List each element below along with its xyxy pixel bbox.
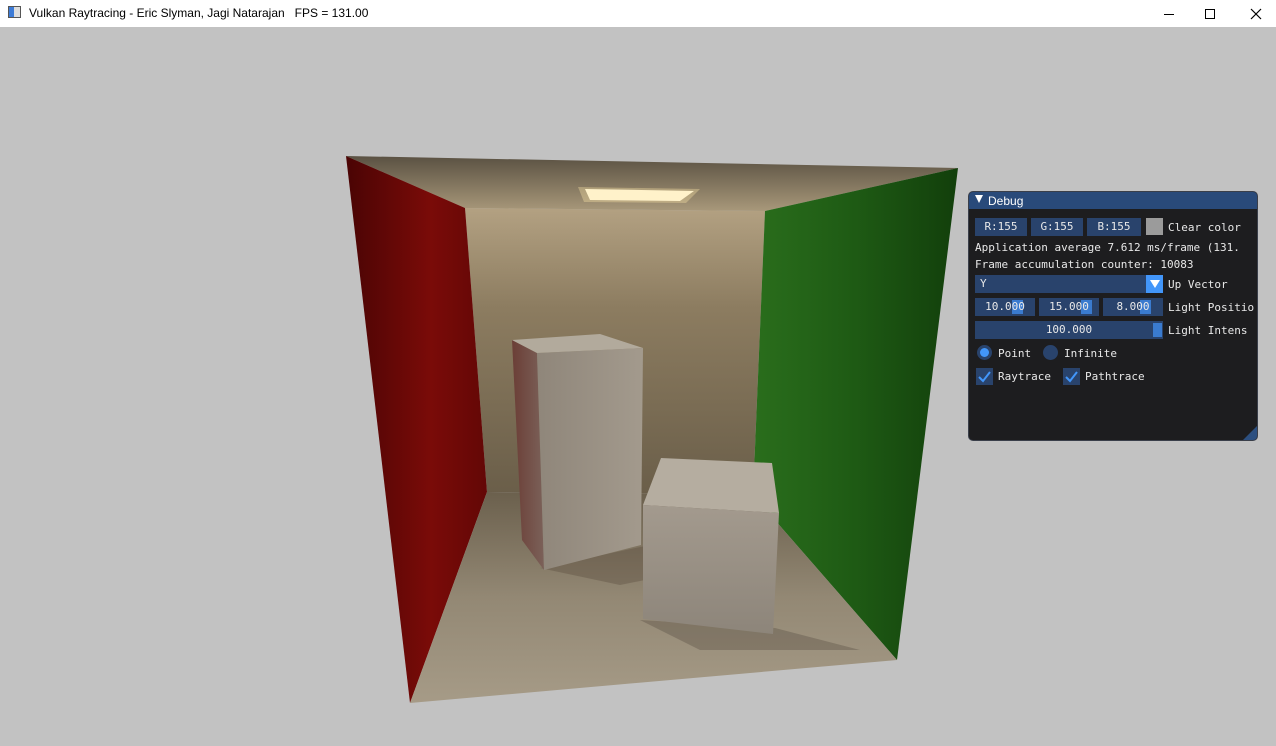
light-intensity-value: 100.000 bbox=[1045, 323, 1093, 336]
light-position-label: Light Positio bbox=[1168, 301, 1255, 314]
app-icon bbox=[8, 6, 21, 18]
raytrace-checkbox[interactable] bbox=[976, 368, 993, 385]
resize-grip-icon[interactable] bbox=[1243, 426, 1257, 440]
clear-color-b-field[interactable]: B:155 bbox=[1087, 218, 1141, 236]
maximize-icon bbox=[1205, 8, 1215, 19]
raytrace-label[interactable]: Raytrace bbox=[998, 370, 1051, 383]
infinite-radio-label[interactable]: Infinite bbox=[1064, 347, 1117, 360]
point-radio[interactable] bbox=[977, 345, 992, 360]
short-block-front bbox=[643, 505, 779, 634]
checkmark-icon bbox=[978, 371, 991, 383]
accumulation-counter-text: Frame accumulation counter: 10083 bbox=[975, 258, 1194, 271]
panel-header[interactable]: Debug bbox=[969, 192, 1257, 209]
light-position-y-slider[interactable]: 15.000 bbox=[1039, 298, 1099, 316]
slider-grab[interactable] bbox=[1153, 323, 1162, 337]
debug-panel[interactable]: Debug R:155 G:155 B:155 Clear color Appl… bbox=[968, 191, 1258, 441]
short-block-top bbox=[643, 458, 779, 513]
light-intensity-slider[interactable]: 100.000 bbox=[975, 321, 1163, 339]
chevron-down-icon[interactable] bbox=[1146, 275, 1163, 293]
collapse-arrow-icon[interactable] bbox=[975, 195, 983, 203]
light-position-y-value: 15.000 bbox=[1049, 300, 1089, 313]
window-title-bar[interactable]: Vulkan Raytracing - Eric Slyman, Jagi Na… bbox=[0, 0, 1276, 27]
panel-title: Debug bbox=[988, 194, 1024, 208]
light-position-z-value: 8.000 bbox=[1116, 300, 1150, 313]
clear-color-swatch[interactable] bbox=[1146, 218, 1163, 235]
light-position-x-slider[interactable]: 10.000 bbox=[975, 298, 1035, 316]
checkmark-icon bbox=[1065, 371, 1078, 383]
up-vector-label: Up Vector bbox=[1168, 278, 1228, 291]
close-icon bbox=[1250, 8, 1262, 19]
light-position-x-value: 10.000 bbox=[985, 300, 1025, 313]
pathtrace-checkbox[interactable] bbox=[1063, 368, 1080, 385]
window-title: Vulkan Raytracing - Eric Slyman, Jagi Na… bbox=[29, 6, 369, 20]
tall-block-front bbox=[537, 348, 643, 570]
clear-color-label: Clear color bbox=[1168, 221, 1241, 234]
pathtrace-label[interactable]: Pathtrace bbox=[1085, 370, 1145, 383]
close-button[interactable] bbox=[1233, 0, 1276, 27]
light-intensity-label: Light Intens bbox=[1168, 324, 1248, 337]
maximize-button[interactable] bbox=[1187, 0, 1233, 27]
clear-color-r-field[interactable]: R:155 bbox=[975, 218, 1027, 236]
minimize-icon bbox=[1164, 13, 1174, 15]
clear-color-g-field[interactable]: G:155 bbox=[1031, 218, 1083, 236]
infinite-radio[interactable] bbox=[1043, 345, 1058, 360]
light-position-z-slider[interactable]: 8.000 bbox=[1103, 298, 1163, 316]
point-radio-label[interactable]: Point bbox=[998, 347, 1031, 360]
average-frame-time-text: Application average 7.612 ms/frame (131. bbox=[975, 241, 1240, 254]
minimize-button[interactable] bbox=[1146, 0, 1192, 27]
up-vector-select[interactable]: Y bbox=[975, 275, 1146, 293]
